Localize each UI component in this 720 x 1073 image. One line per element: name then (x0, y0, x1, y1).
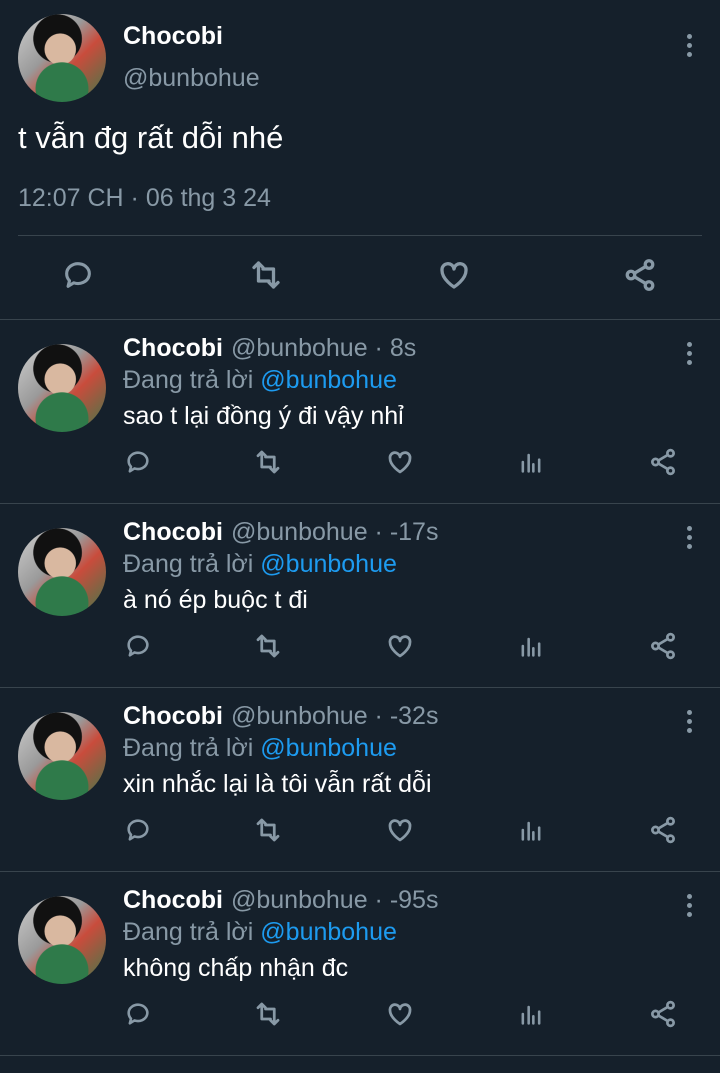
analytics-icon[interactable] (514, 997, 548, 1031)
handle-and-time: @bunbohue · 8s (231, 334, 417, 362)
share-icon[interactable] (646, 629, 680, 663)
reply-icon[interactable] (121, 445, 155, 479)
more-options-icon[interactable] (686, 894, 692, 917)
analytics-icon[interactable] (514, 445, 548, 479)
analytics-icon[interactable] (514, 813, 548, 847)
tweet-text: sao t lại đồng ý đi vậy nhỉ (123, 402, 404, 430)
avatar[interactable] (18, 14, 106, 102)
display-name[interactable]: Chocobi (123, 886, 223, 915)
mention-link[interactable]: @bunbohue (260, 734, 397, 762)
more-options-icon[interactable] (686, 34, 692, 57)
replying-to-label: Đang trả lời (123, 734, 261, 762)
retweet-icon[interactable] (251, 997, 285, 1031)
tweet-actions (0, 445, 720, 481)
mention-link[interactable]: @bunbohue (260, 366, 397, 394)
reply-tweet[interactable]: Chocobi @bunbohue · -17s Đang trả lời @b… (0, 504, 720, 688)
like-icon[interactable] (383, 813, 417, 847)
share-icon[interactable] (646, 997, 680, 1031)
avatar[interactable] (18, 528, 106, 616)
reply-icon[interactable] (121, 629, 155, 663)
more-options-icon[interactable] (686, 526, 692, 549)
mention-link[interactable]: @bunbohue (260, 918, 397, 946)
more-options-icon[interactable] (686, 710, 692, 733)
avatar[interactable] (18, 712, 106, 800)
tweet-actions (0, 997, 720, 1033)
handle-and-time: @bunbohue · -17s (231, 518, 439, 546)
share-icon[interactable] (646, 445, 680, 479)
avatar[interactable] (18, 896, 106, 984)
display-name[interactable]: Chocobi (123, 702, 223, 731)
tweet-actions (0, 629, 720, 665)
replying-to: Đang trả lời @bunbohue (123, 734, 397, 763)
tweet-timestamp[interactable]: 12:07 CH · 06 thg 3 24 (18, 184, 271, 213)
share-icon[interactable] (646, 813, 680, 847)
display-name[interactable]: Chocobi (123, 334, 223, 363)
replying-to: Đang trả lời @bunbohue (123, 550, 397, 579)
handle-and-time: @bunbohue · -95s (231, 886, 439, 914)
tweet-text: không chấp nhận đc (123, 954, 349, 982)
reply-icon[interactable] (121, 813, 155, 847)
tweet-actions (0, 255, 720, 301)
replies-list: Chocobi @bunbohue · 8s Đang trả lời @bun… (0, 320, 720, 1056)
replying-to: Đang trả lời @bunbohue (123, 918, 397, 947)
reply-icon[interactable] (58, 255, 98, 295)
reply-icon[interactable] (121, 997, 155, 1031)
retweet-icon[interactable] (251, 445, 285, 479)
like-icon[interactable] (383, 997, 417, 1031)
handle-and-time: @bunbohue · -32s (231, 702, 439, 730)
display-name[interactable]: Chocobi (123, 22, 223, 51)
replying-to-label: Đang trả lời (123, 366, 261, 394)
replying-to-label: Đang trả lời (123, 550, 261, 578)
main-tweet: Chocobi @bunbohue t vẫn đg rất dỗi nhé 1… (0, 0, 720, 320)
user-handle[interactable]: @bunbohue (123, 64, 260, 93)
retweet-icon[interactable] (251, 813, 285, 847)
tweet-text: à nó ép buộc t đi (123, 586, 308, 614)
replying-to-label: Đang trả lời (123, 918, 261, 946)
replying-to: Đang trả lời @bunbohue (123, 366, 397, 395)
tweet-text: t vẫn đg rất dỗi nhé (18, 120, 284, 155)
reply-tweet[interactable]: Chocobi @bunbohue · -95s Đang trả lời @b… (0, 872, 720, 1056)
like-icon[interactable] (383, 629, 417, 663)
more-options-icon[interactable] (686, 342, 692, 365)
tweet-text: xin nhắc lại là tôi vẫn rất dỗi (123, 770, 432, 798)
reply-tweet[interactable]: Chocobi @bunbohue · -32s Đang trả lời @b… (0, 688, 720, 872)
share-icon[interactable] (620, 255, 660, 295)
analytics-icon[interactable] (514, 629, 548, 663)
avatar[interactable] (18, 344, 106, 432)
mention-link[interactable]: @bunbohue (260, 550, 397, 578)
retweet-icon[interactable] (251, 629, 285, 663)
reply-tweet[interactable]: Chocobi @bunbohue · 8s Đang trả lời @bun… (0, 320, 720, 504)
like-icon[interactable] (434, 255, 474, 295)
like-icon[interactable] (383, 445, 417, 479)
tweet-actions (0, 813, 720, 849)
divider (18, 235, 702, 236)
display-name[interactable]: Chocobi (123, 518, 223, 547)
retweet-icon[interactable] (246, 255, 286, 295)
